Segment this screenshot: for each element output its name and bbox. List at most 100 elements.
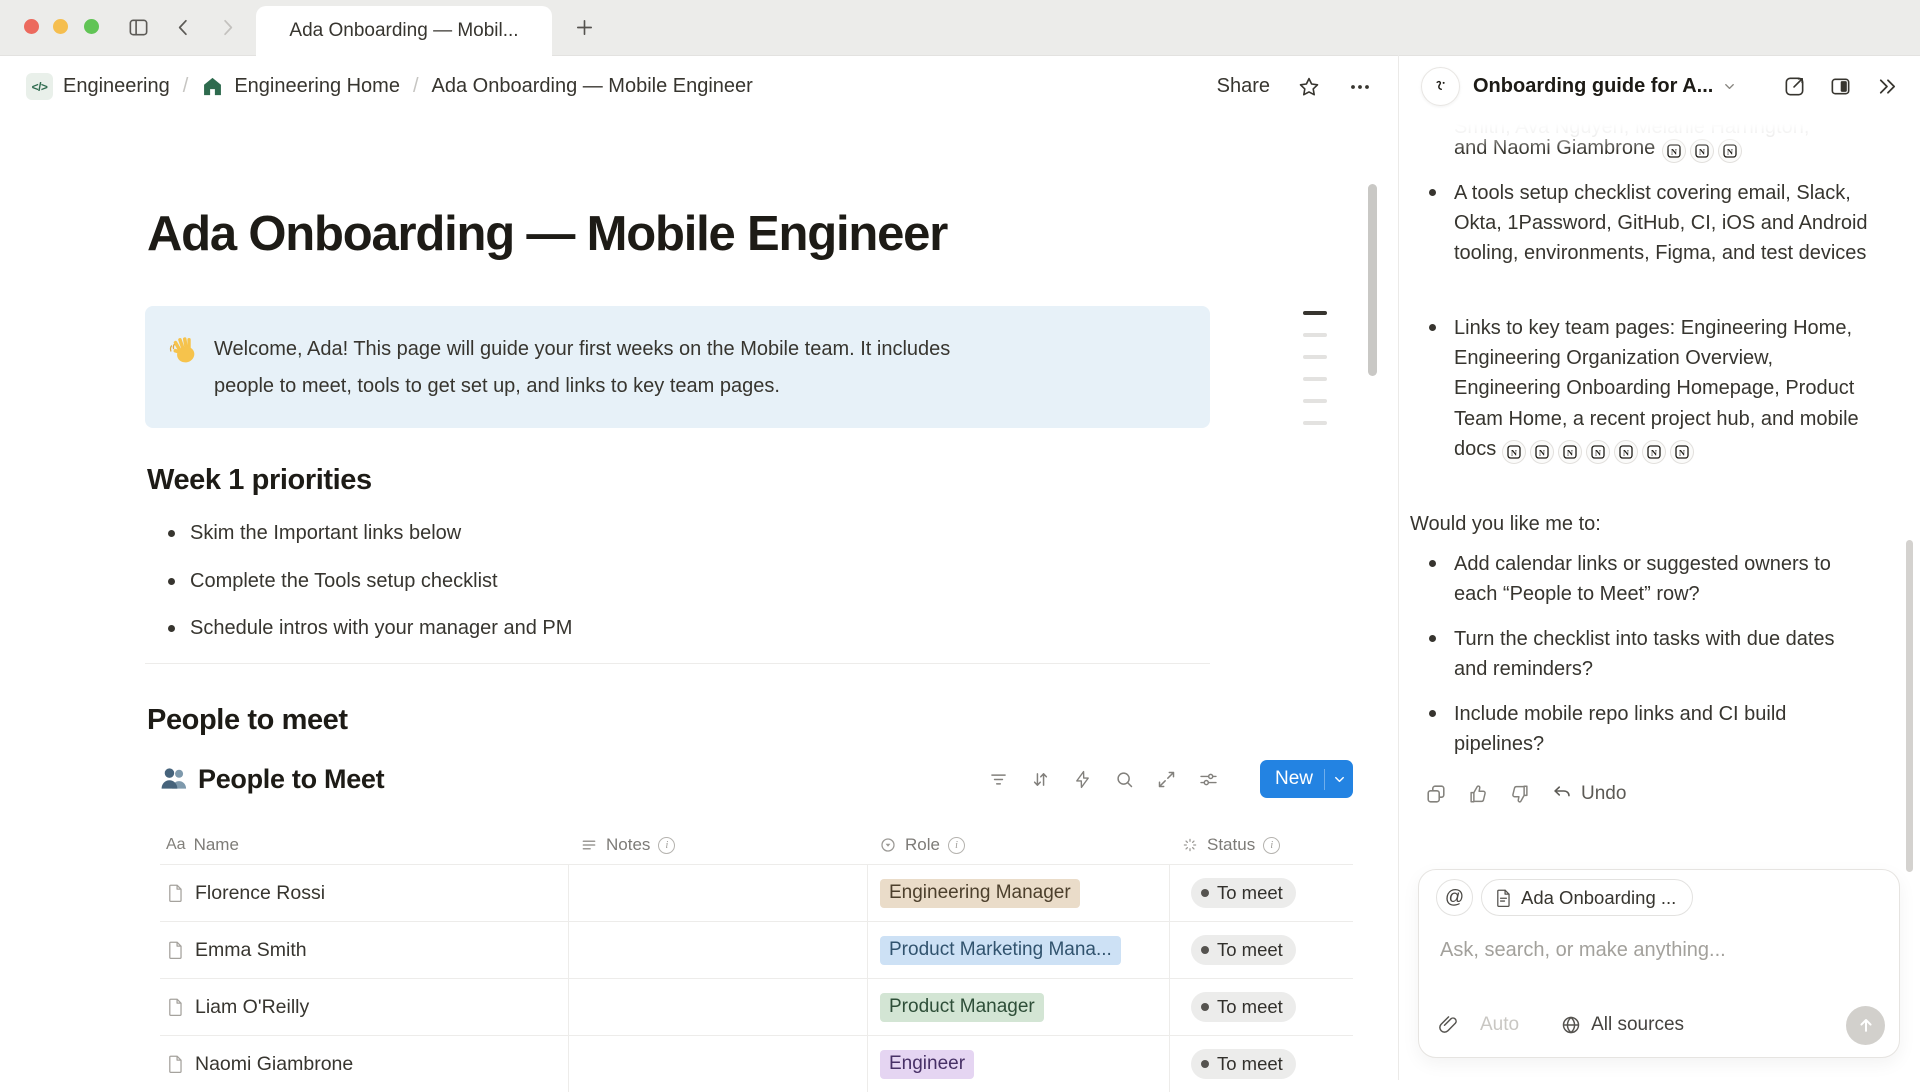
sources-label: All sources xyxy=(1591,1014,1684,1036)
database-title[interactable]: People to Meet xyxy=(198,764,384,795)
welcome-callout[interactable]: Welcome, Ada! This page will guide your … xyxy=(145,306,1210,428)
notes-cell[interactable] xyxy=(568,979,867,1035)
all-sources-button[interactable]: All sources xyxy=(1560,1014,1684,1036)
sidebar-toggle-icon[interactable] xyxy=(127,16,150,39)
undo-button[interactable]: Undo xyxy=(1551,783,1626,805)
column-header-notes[interactable]: Notes xyxy=(568,826,867,864)
status-cell[interactable]: To meet xyxy=(1169,865,1353,921)
breadcrumb-engineering-home[interactable]: Engineering Home xyxy=(234,75,400,98)
toc-dash[interactable] xyxy=(1303,377,1327,381)
role-cell[interactable]: Engineer xyxy=(867,1036,1169,1092)
expand-icon[interactable] xyxy=(1156,769,1177,790)
page-reference-icons[interactable]: NNNNNNN xyxy=(1502,438,1698,460)
role-cell[interactable]: Product Marketing Mana... xyxy=(867,922,1169,978)
breadcrumb: Engineering / Engineering Home / Ada Onb… xyxy=(26,73,753,100)
ai-input-placeholder[interactable]: Ask, search, or make anything... xyxy=(1440,939,1726,962)
week1-bullet[interactable]: Schedule intros with your manager and PM xyxy=(147,613,572,643)
main-scrollbar[interactable] xyxy=(1368,184,1377,376)
svg-text:N: N xyxy=(1567,447,1574,457)
window-tab[interactable]: Ada Onboarding — Mobil... xyxy=(256,6,552,56)
new-tab-icon[interactable] xyxy=(573,16,596,39)
thumbs-up-icon[interactable] xyxy=(1467,783,1489,805)
column-header-name[interactable]: Name xyxy=(160,826,568,864)
role-tag: Product Marketing Mana... xyxy=(880,936,1121,965)
mention-button[interactable] xyxy=(1436,879,1473,916)
new-row-button[interactable]: New xyxy=(1260,760,1353,798)
copy-icon[interactable] xyxy=(1425,783,1447,805)
table-of-contents-indicator[interactable] xyxy=(1303,311,1327,425)
search-icon[interactable] xyxy=(1114,769,1135,790)
teamspace-code-icon xyxy=(26,73,53,100)
more-options-icon[interactable] xyxy=(1348,75,1372,99)
role-cell[interactable]: Engineering Manager xyxy=(867,865,1169,921)
ai-message-line: and Naomi Giambrone NNN xyxy=(1454,133,1746,163)
name-cell[interactable]: Naomi Giambrone xyxy=(160,1036,568,1092)
page-reference-icons[interactable]: NNN xyxy=(1662,133,1746,163)
share-button[interactable]: Share xyxy=(1217,75,1270,98)
name-cell[interactable]: Emma Smith xyxy=(160,922,568,978)
svg-text:N: N xyxy=(1539,447,1546,457)
send-button[interactable] xyxy=(1846,1006,1885,1045)
ai-suggestion-text: Include mobile repo links and CI build p… xyxy=(1454,699,1868,759)
toc-dash[interactable] xyxy=(1303,421,1327,425)
table-row[interactable]: Naomi Giambrone Engineer To meet xyxy=(160,1036,1353,1092)
thumbs-down-icon[interactable] xyxy=(1509,783,1531,805)
page-icon xyxy=(166,997,185,1018)
toc-dash[interactable] xyxy=(1303,333,1327,337)
week1-bullet[interactable]: Skim the Important links below xyxy=(147,518,461,548)
info-icon[interactable] xyxy=(658,837,675,854)
name-cell[interactable]: Florence Rossi xyxy=(160,865,568,921)
context-page-chip[interactable]: Ada Onboarding ... xyxy=(1481,879,1693,916)
table-row[interactable]: Liam O'Reilly Product Manager To meet xyxy=(160,979,1353,1036)
breadcrumb-teamspace[interactable]: Engineering xyxy=(63,75,170,98)
attachment-paperclip-icon[interactable] xyxy=(1437,1014,1459,1036)
collapse-panel-chevrons-icon[interactable] xyxy=(1875,75,1898,98)
week1-bullet[interactable]: Complete the Tools setup checklist xyxy=(147,566,498,596)
auto-mode-label[interactable]: Auto xyxy=(1480,1014,1519,1036)
notion-page-icon: N xyxy=(1530,440,1554,464)
notes-cell[interactable] xyxy=(568,865,867,921)
ai-thread-title[interactable]: Onboarding guide for A... xyxy=(1473,75,1713,98)
back-icon[interactable] xyxy=(172,16,195,39)
page-header: Engineering / Engineering Home / Ada Onb… xyxy=(0,56,1398,117)
toc-dash[interactable] xyxy=(1303,355,1327,359)
notes-cell[interactable] xyxy=(568,1036,867,1092)
page-title[interactable]: Ada Onboarding — Mobile Engineer xyxy=(147,206,947,262)
chevron-down-icon[interactable] xyxy=(1332,772,1347,787)
people-heading[interactable]: People to meet xyxy=(147,704,348,737)
person-name: Florence Rossi xyxy=(195,882,325,905)
toc-dash-active[interactable] xyxy=(1303,311,1327,315)
breadcrumb-current-page[interactable]: Ada Onboarding — Mobile Engineer xyxy=(432,75,753,98)
view-settings-icon[interactable] xyxy=(1198,769,1219,790)
automation-lightning-icon[interactable] xyxy=(1072,769,1093,790)
zoom-window-button[interactable] xyxy=(84,19,99,34)
status-cell[interactable]: To meet xyxy=(1169,922,1353,978)
notion-page-icon: N xyxy=(1670,440,1694,464)
table-row[interactable]: Florence Rossi Engineering Manager To me… xyxy=(160,865,1353,922)
info-icon[interactable] xyxy=(1263,837,1280,854)
sort-icon[interactable] xyxy=(1030,769,1051,790)
close-window-button[interactable] xyxy=(24,19,39,34)
role-cell[interactable]: Product Manager xyxy=(867,979,1169,1035)
column-header-status[interactable]: Status xyxy=(1169,826,1353,864)
toc-dash[interactable] xyxy=(1303,399,1327,403)
status-cell[interactable]: To meet xyxy=(1169,1036,1353,1092)
info-icon[interactable] xyxy=(948,837,965,854)
column-header-role[interactable]: Role xyxy=(867,826,1169,864)
forward-icon[interactable] xyxy=(216,16,239,39)
filter-icon[interactable] xyxy=(988,769,1009,790)
svg-text:N: N xyxy=(1727,146,1734,156)
notes-cell[interactable] xyxy=(568,922,867,978)
minimize-window-button[interactable] xyxy=(53,19,68,34)
ai-panel-scrollbar[interactable] xyxy=(1906,540,1913,872)
panel-layout-icon[interactable] xyxy=(1829,75,1852,98)
new-button-label: New xyxy=(1260,768,1313,790)
table-row[interactable]: Emma Smith Product Marketing Mana... To … xyxy=(160,922,1353,979)
new-chat-compose-icon[interactable] xyxy=(1783,75,1806,98)
chevron-down-icon[interactable] xyxy=(1722,79,1737,94)
week1-heading[interactable]: Week 1 priorities xyxy=(147,464,372,497)
status-cell[interactable]: To meet xyxy=(1169,979,1353,1035)
name-cell[interactable]: Liam O'Reilly xyxy=(160,979,568,1035)
ai-composer[interactable]: Ada Onboarding ... Ask, search, or make … xyxy=(1418,869,1900,1058)
favorite-star-icon[interactable] xyxy=(1297,75,1321,99)
